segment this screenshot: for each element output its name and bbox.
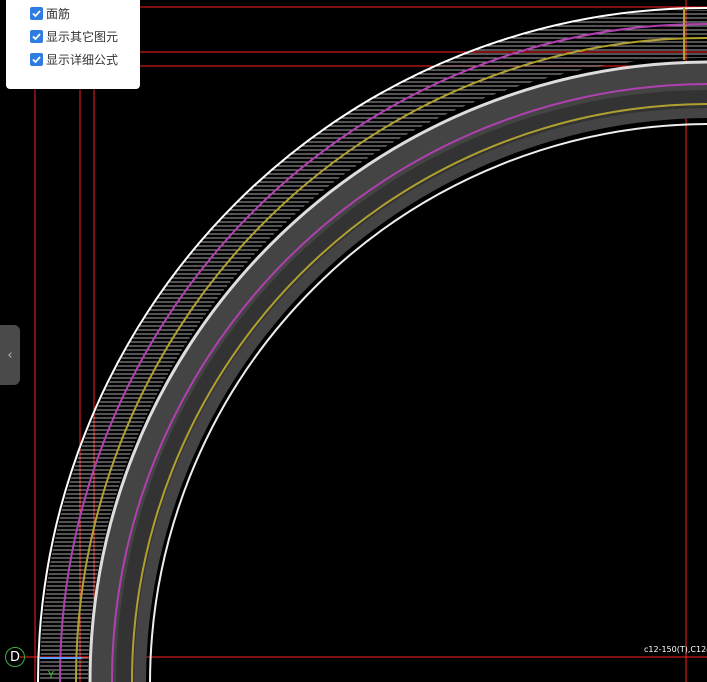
option-label: 显示详细公式: [46, 53, 119, 67]
option-show-other-elements[interactable]: 显示其它图元: [6, 25, 140, 48]
axis-badge-label: D: [9, 649, 20, 665]
cad-drawing[interactable]: [0, 0, 707, 682]
inner-boundary-arc: [149, 123, 707, 682]
checkbox-checked-icon[interactable]: [30, 53, 43, 66]
rebar-annotation: c12-150(T),C12@: [644, 645, 707, 654]
rebar-line-yellow: [74, 36, 707, 682]
drawing-canvas[interactable]: D Y c12-150(T),C12@: [0, 0, 707, 682]
side-panel-toggle[interactable]: ‹: [0, 325, 20, 385]
slab-inner-band: [116, 90, 707, 682]
option-label: 显示其它图元: [46, 30, 119, 44]
option-label: 面筋: [46, 7, 71, 21]
chevron-left-icon: ‹: [7, 347, 13, 363]
option-show-detailed-formula[interactable]: 显示详细公式: [6, 48, 140, 71]
axis-badge[interactable]: D: [5, 647, 25, 667]
slab-band: [90, 62, 707, 682]
display-options-panel: 面筋 显示其它图元 显示详细公式: [6, 0, 140, 89]
y-axis-label: Y: [48, 670, 55, 681]
checkbox-checked-icon[interactable]: [30, 30, 43, 43]
option-face-rebar[interactable]: 面筋: [6, 2, 140, 25]
checkbox-checked-icon[interactable]: [30, 7, 43, 20]
